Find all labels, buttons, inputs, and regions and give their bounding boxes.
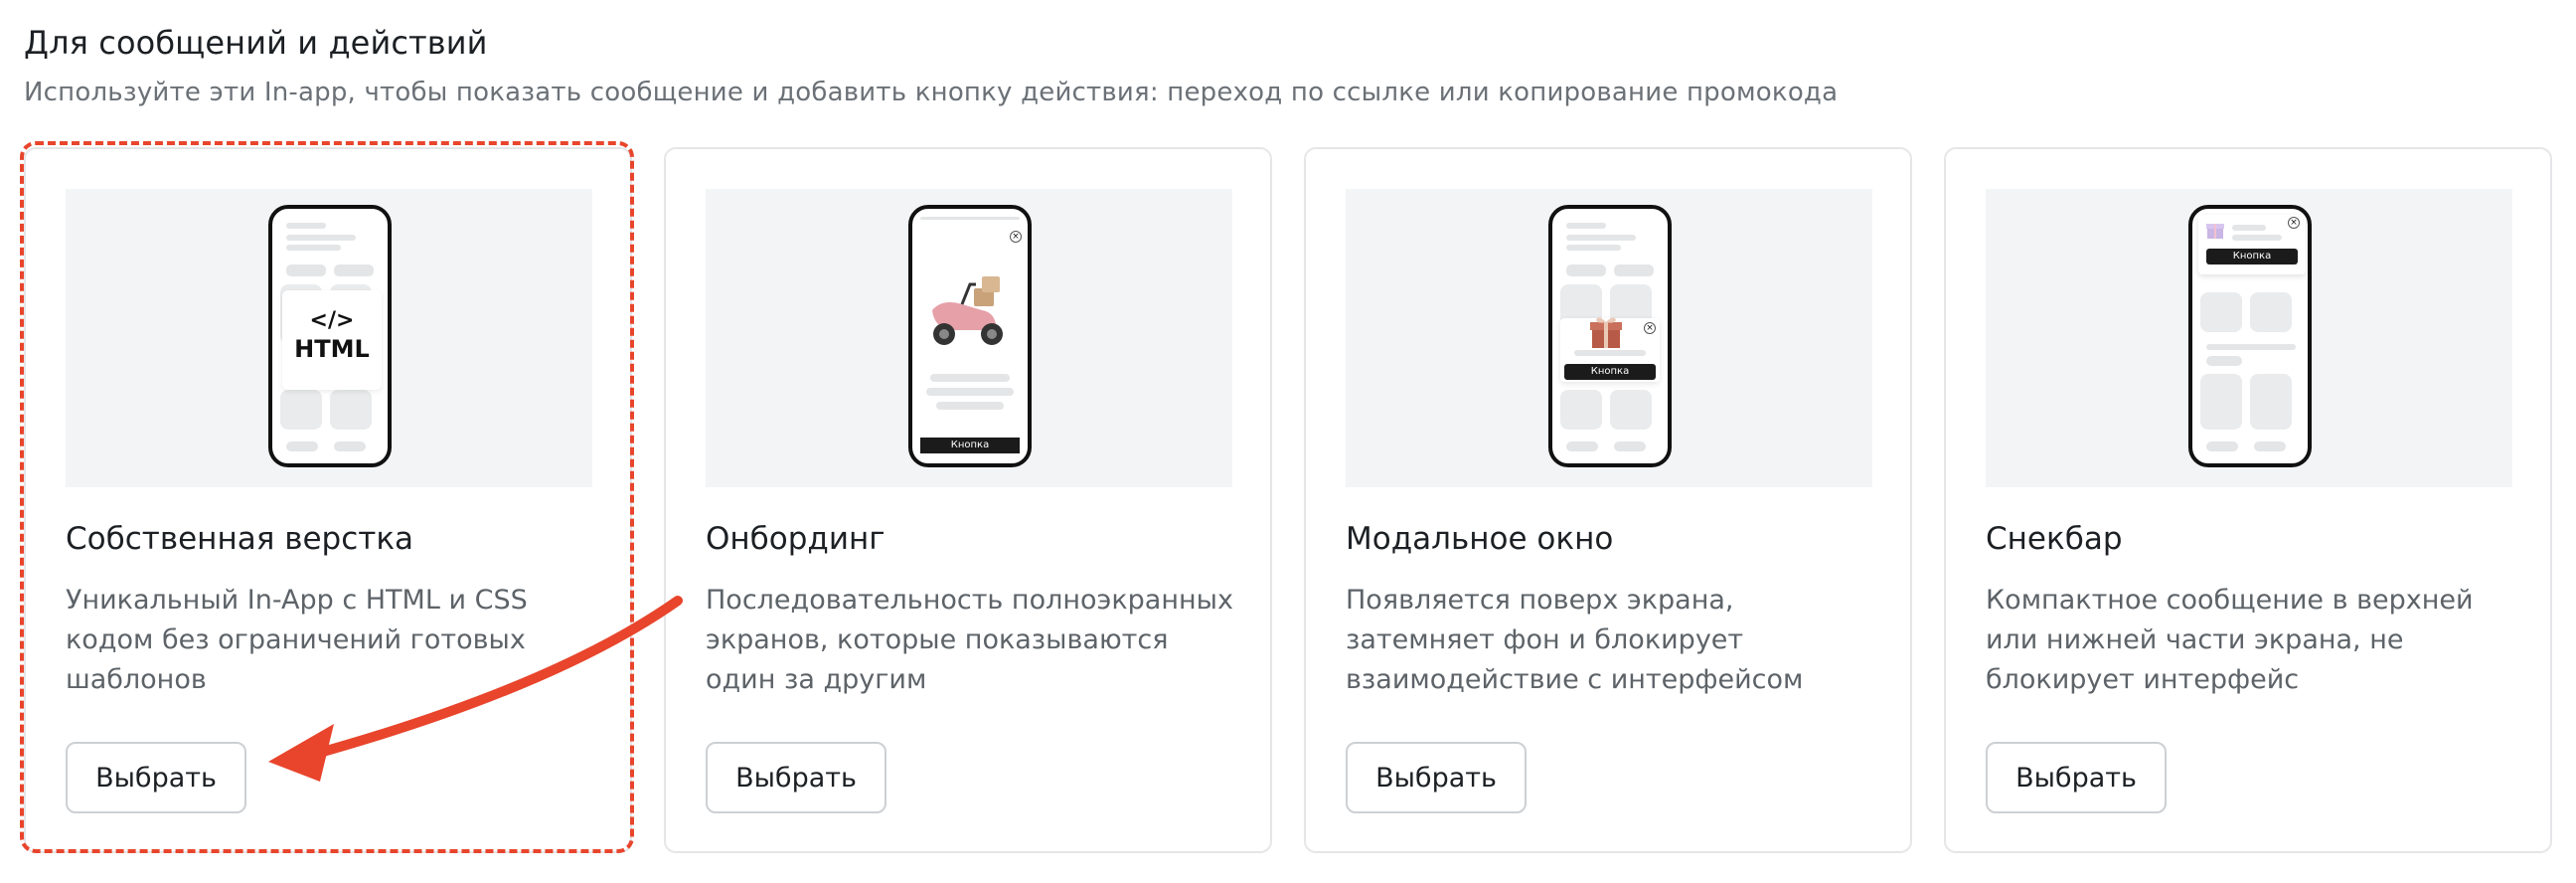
html-code-badge: </> HTML bbox=[282, 290, 382, 390]
card-description: Последовательность полноэкранных экранов… bbox=[706, 585, 1233, 695]
template-card-snackbar[interactable]: × Кнопка Снекбар Компактное сообщение в … bbox=[1944, 147, 2552, 853]
close-icon: × bbox=[1010, 231, 1022, 243]
modal-window: × Кнопка bbox=[1560, 317, 1660, 382]
phone-mockup: × Кнопка bbox=[2188, 205, 2312, 467]
select-button[interactable]: Выбрать bbox=[66, 742, 246, 813]
card-preview: </> HTML bbox=[66, 189, 592, 487]
close-icon: × bbox=[2288, 217, 2300, 229]
close-icon: × bbox=[1644, 322, 1656, 334]
gift-icon bbox=[2206, 224, 2224, 239]
phone-mockup: × Кнопка bbox=[908, 205, 1032, 467]
card-description: Уникальный In-App с HTML и CSS кодом без… bbox=[66, 585, 528, 695]
card-description: Появляется поверх экрана, затемняет фон … bbox=[1346, 585, 1804, 695]
snackbar: × Кнопка bbox=[2198, 215, 2306, 274]
card-title: Снекбар bbox=[1986, 521, 2123, 557]
phone-mockup: × Кнопка bbox=[1548, 205, 1672, 467]
template-card-modal[interactable]: × Кнопка Модальное окно Появляется повер… bbox=[1304, 147, 1912, 853]
code-icon: </> bbox=[309, 308, 355, 333]
phone-action-button: Кнопка bbox=[920, 438, 1020, 453]
page: Для сообщений и действий Используйте эти… bbox=[0, 0, 2576, 883]
gift-icon bbox=[1590, 317, 1622, 348]
card-description: Компактное сообщение в верхней или нижне… bbox=[1986, 585, 2474, 695]
phone-action-button: Кнопка bbox=[1564, 364, 1656, 380]
card-preview: × Кнопка bbox=[1986, 189, 2512, 487]
select-button[interactable]: Выбрать bbox=[1346, 742, 1527, 813]
card-title: Модальное окно bbox=[1346, 521, 1614, 557]
card-preview: × Кнопка bbox=[1346, 189, 1872, 487]
scooter-icon bbox=[932, 276, 1003, 345]
card-preview: × Кнопка bbox=[706, 189, 1232, 487]
phone-mockup: </> HTML bbox=[268, 205, 392, 467]
html-label: HTML bbox=[294, 335, 370, 363]
template-card-custom-html[interactable]: </> HTML Собственная верстка Уникальный … bbox=[24, 147, 632, 853]
select-button[interactable]: Выбрать bbox=[706, 742, 886, 813]
card-title: Собственная верстка bbox=[66, 521, 414, 557]
select-button[interactable]: Выбрать bbox=[1986, 742, 2167, 813]
phone-action-button: Кнопка bbox=[2206, 249, 2298, 265]
template-card-onboarding[interactable]: × Кнопка Онбординг Последовательность по… bbox=[664, 147, 1272, 853]
section-title: Для сообщений и действий bbox=[24, 24, 488, 62]
card-title: Онбординг bbox=[706, 521, 886, 557]
section-subtitle: Используйте эти In-app, чтобы показать с… bbox=[24, 78, 1839, 107]
